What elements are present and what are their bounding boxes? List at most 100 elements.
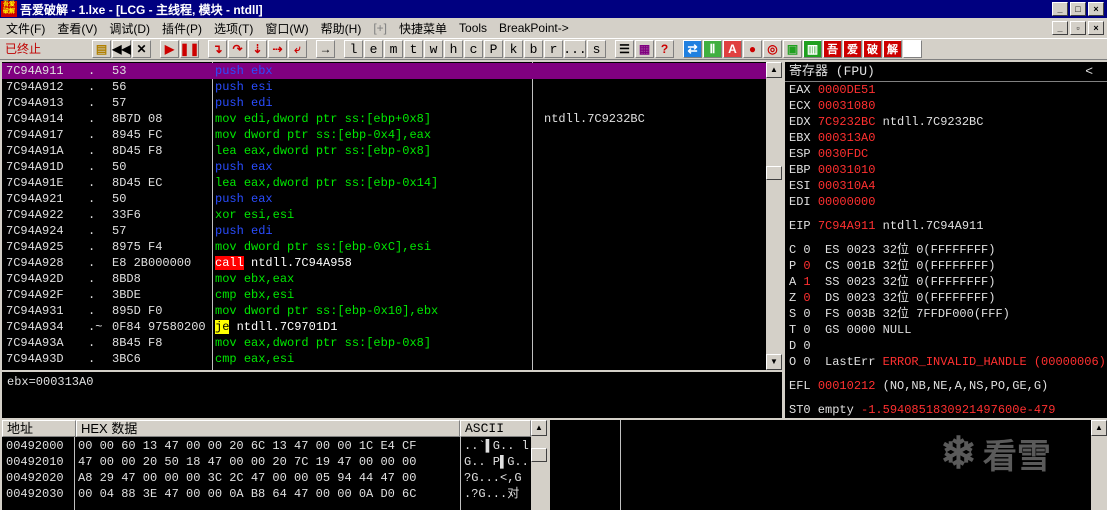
disasm-row[interactable]: 7C94A93A. 8B45 F8 mov eax,dword ptr ss:[eb… — [2, 335, 768, 351]
disasm-row[interactable]: 7C94A914. 8B7D 08 mov edi,dword ptr ss:[eb… — [2, 111, 768, 127]
trace-over-icon[interactable]: ⇢ — [268, 40, 287, 58]
grid-icon[interactable]: ▦ — [635, 40, 654, 58]
register-row[interactable]: EDX 7C9232BC ntdll.7C9232BC — [789, 114, 983, 130]
register-row[interactable]: C 0 ES 0023 32位 0(FFFFFFFF) — [789, 242, 995, 258]
jie-icon[interactable]: 解 — [883, 40, 902, 58]
dump-row[interactable]: 00492020 A8 29 47 00 00 00 3C 2C 47 00 00… — [2, 470, 547, 486]
disasm-row[interactable]: 7C94A921. 50 push eax — [2, 191, 768, 207]
toolbar-letter-8[interactable]: k — [504, 40, 523, 58]
stack-pane[interactable]: ❄ 看雪 ▲ — [550, 420, 1107, 510]
blank-icon[interactable] — [903, 40, 922, 58]
close-debug-icon[interactable]: ✕ — [132, 40, 151, 58]
toolbar-letter-0[interactable]: l — [344, 40, 363, 58]
disassembly-pane[interactable]: 7C94A911. 53 push ebx 7C94A912. 56 push esi 7C… — [2, 62, 768, 370]
toolbar-letter-2[interactable]: m — [384, 40, 403, 58]
toolbar-letter-4[interactable]: w — [424, 40, 443, 58]
disasm-scrollbar[interactable]: ▲ ▼ — [766, 62, 782, 370]
pause-icon[interactable]: ❚❚ — [179, 40, 200, 58]
register-row[interactable]: ESP 0030FDC — [789, 146, 875, 162]
register-row[interactable]: EDI 00000000 — [789, 194, 883, 210]
close-button[interactable]: × — [1088, 2, 1104, 16]
menu-item-7[interactable]: [+] — [367, 21, 393, 35]
dump-scroll-thumb[interactable] — [531, 448, 547, 462]
maximize-button[interactable]: □ — [1070, 2, 1086, 16]
mdi-restore-button[interactable]: ▫ — [1070, 21, 1086, 35]
dump-ascii-header[interactable]: ASCII — [460, 420, 531, 437]
menu-item-8[interactable]: 快捷菜单 — [393, 20, 453, 37]
register-row[interactable]: EBP 00031010 — [789, 162, 883, 178]
minimize-button[interactable]: _ — [1052, 2, 1068, 16]
menu-item-9[interactable]: Tools — [453, 21, 493, 35]
toolbar-letter-3[interactable]: t — [404, 40, 423, 58]
ai-icon[interactable]: 爱 — [843, 40, 862, 58]
menu-item-6[interactable]: 帮助(H) — [315, 20, 368, 37]
disasm-row[interactable]: 7C94A91E. 8D45 EC lea eax,dword ptr ss:[eb… — [2, 175, 768, 191]
disasm-row[interactable]: 7C94A92F. 3BDE cmp ebx,esi — [2, 287, 768, 303]
dump-scrollbar[interactable]: ▲ — [531, 420, 547, 510]
register-row[interactable]: ESI 000310A4 — [789, 178, 883, 194]
step-into-icon[interactable]: ↴ — [208, 40, 227, 58]
dump-row[interactable]: 00492010 47 00 00 20 50 18 47 00 00 20 7C… — [2, 454, 547, 470]
plugin3-icon[interactable]: ● — [743, 40, 762, 58]
register-row[interactable]: S 0 FS 003B 32位 7FFDF000(FFF) — [789, 306, 1010, 322]
register-row[interactable]: EFL 00010212 (NO,NB,NE,A,NS,PO,GE,G) — [789, 378, 1048, 394]
register-row[interactable]: A 1 SS 0023 32位 0(FFFFFFFF) — [789, 274, 995, 290]
disasm-row[interactable]: 7C94A93D. 3BC6 cmp eax,esi — [2, 351, 768, 367]
dump-scroll-up-icon[interactable]: ▲ — [531, 420, 547, 436]
menu-item-0[interactable]: 文件(F) — [0, 20, 51, 37]
disasm-row[interactable]: 7C94A92D. 8BD8 mov ebx,eax — [2, 271, 768, 287]
dump-pane[interactable]: 00492000 00 00 60 13 47 00 00 20 6C 13 47… — [2, 437, 547, 510]
toolbar-letter-9[interactable]: b — [524, 40, 543, 58]
go-to-icon[interactable]: → — [316, 40, 335, 58]
toolbar-letter-1[interactable]: e — [364, 40, 383, 58]
toolbar-letter-6[interactable]: c — [464, 40, 483, 58]
open-icon[interactable]: ▤ — [92, 40, 111, 58]
register-row[interactable]: O 0 LastErr ERROR_INVALID_HANDLE (000000… — [789, 354, 1106, 370]
toolbar-letter-11[interactable]: ... — [563, 40, 587, 58]
menu-item-5[interactable]: 窗口(W) — [259, 20, 314, 37]
dump-addr-header[interactable]: 地址 — [2, 420, 76, 437]
dump-row[interactable]: 00492000 00 00 60 13 47 00 00 20 6C 13 47… — [2, 438, 547, 454]
stack-scroll-up-icon[interactable]: ▲ — [1091, 420, 1107, 436]
stack-scrollbar[interactable]: ▲ — [1091, 420, 1107, 510]
plugin4-icon[interactable]: ◎ — [763, 40, 782, 58]
disasm-row[interactable]: 7C94A934 .~ 0F84 97580200 je ntdll.7C9701D1 — [2, 319, 768, 335]
mdi-minimize-button[interactable]: _ — [1052, 21, 1068, 35]
menu-item-10[interactable]: BreakPoint-> — [493, 21, 575, 35]
po-icon[interactable]: 破 — [863, 40, 882, 58]
scroll-up-icon[interactable]: ▲ — [766, 62, 782, 78]
disasm-row[interactable]: 7C94A928. E8 2B000000 call ntdll.7C94A958 — [2, 255, 768, 271]
menu-item-2[interactable]: 调试(D) — [103, 20, 156, 37]
register-row[interactable]: Z 0 DS 0023 32位 0(FFFFFFFF) — [789, 290, 995, 306]
rewind-icon[interactable]: ◀◀ — [112, 40, 131, 58]
menu-item-1[interactable]: 查看(V) — [51, 20, 103, 37]
register-row[interactable]: P 0 CS 001B 32位 0(FFFFFFFF) — [789, 258, 995, 274]
trace-into-icon[interactable]: ⇣ — [248, 40, 267, 58]
disasm-row[interactable]: 7C94A911. 53 push ebx — [2, 63, 768, 79]
disasm-row[interactable]: 7C94A917. 8945 FC mov dword ptr ss:[ebp-0x… — [2, 127, 768, 143]
toolbar-letter-10[interactable]: r — [544, 40, 563, 58]
plugin1-icon[interactable]: Ⅱ — [703, 40, 722, 58]
execute-till-return-icon[interactable]: ⤶ — [288, 40, 307, 58]
toolbar-letter-12[interactable]: s — [587, 40, 606, 58]
refresh-icon[interactable]: ⇄ — [683, 40, 702, 58]
toolbar-letter-7[interactable]: P — [484, 40, 503, 58]
list-icon[interactable]: ☰ — [615, 40, 634, 58]
disasm-row[interactable]: 7C94A922. 33F6 xor esi,esi — [2, 207, 768, 223]
plugin5-icon[interactable]: ▣ — [783, 40, 802, 58]
help-icon[interactable]: ? — [655, 40, 674, 58]
collapse-icon[interactable]: < — [1085, 62, 1093, 82]
disasm-row[interactable]: 7C94A91D. 50 push eax — [2, 159, 768, 175]
disasm-row[interactable]: 7C94A924. 57 push edi — [2, 223, 768, 239]
menu-item-4[interactable]: 选项(T) — [208, 20, 259, 37]
register-row[interactable]: ST0 empty -1.5940851830921497600e-479 — [789, 402, 1055, 418]
disasm-row[interactable]: 7C94A931. 895D F0 mov dword ptr ss:[ebp-0x… — [2, 303, 768, 319]
disasm-row[interactable]: 7C94A913. 57 push edi — [2, 95, 768, 111]
scroll-thumb[interactable] — [766, 166, 782, 180]
register-row[interactable]: ECX 00031080 — [789, 98, 883, 114]
step-over-icon[interactable]: ↷ — [228, 40, 247, 58]
mdi-close-button[interactable]: × — [1088, 21, 1104, 35]
wu-icon[interactable]: 吾 — [823, 40, 842, 58]
scroll-down-icon[interactable]: ▼ — [766, 354, 782, 370]
disasm-row[interactable]: 7C94A912. 56 push esi — [2, 79, 768, 95]
